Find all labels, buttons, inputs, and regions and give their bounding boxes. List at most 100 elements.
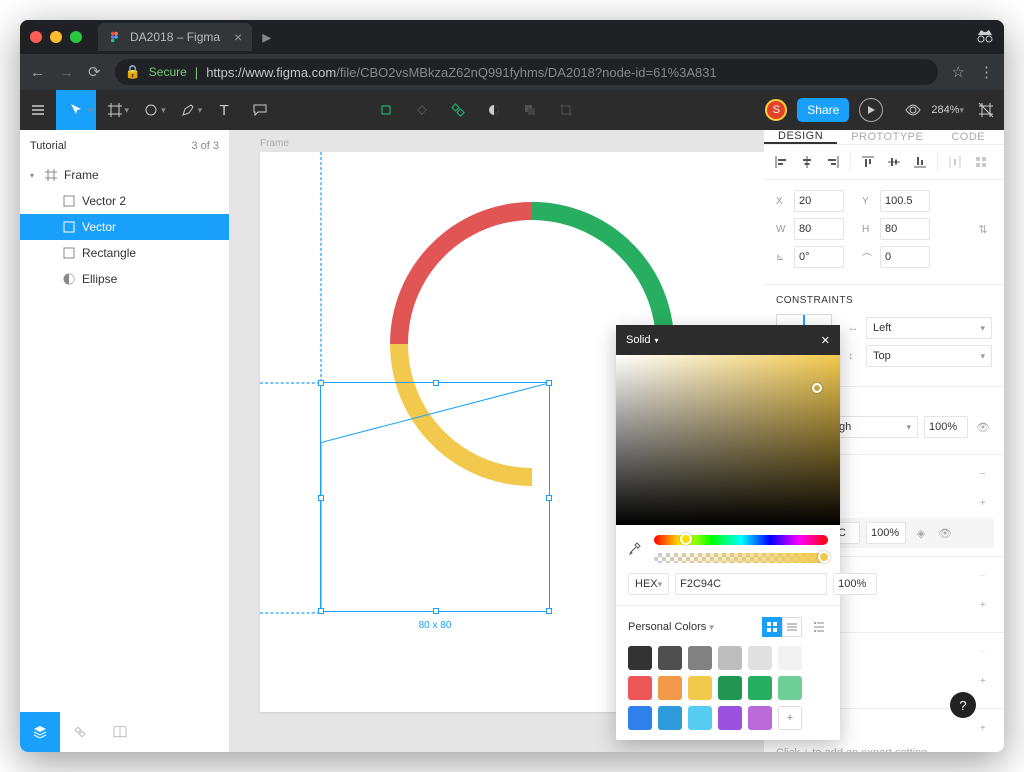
- component-tool-icon[interactable]: [368, 90, 404, 130]
- layers-tab-icon[interactable]: [20, 712, 60, 752]
- user-avatar[interactable]: S: [765, 99, 787, 121]
- color-swatch[interactable]: [718, 676, 742, 700]
- fill-visibility-icon[interactable]: 👁: [936, 524, 954, 542]
- close-picker-icon[interactable]: ✕: [821, 334, 830, 347]
- new-tab-icon[interactable]: ▸: [262, 27, 271, 48]
- layer-frame[interactable]: ▾ Frame: [20, 162, 229, 188]
- add-export-icon[interactable]: +: [974, 719, 992, 737]
- color-swatch[interactable]: [718, 646, 742, 670]
- swatch-library-select[interactable]: Personal Colors ▾: [628, 616, 714, 638]
- fill-style-icon[interactable]: ◈: [912, 524, 930, 542]
- library-tab-icon[interactable]: [100, 712, 140, 752]
- align-hcenter-icon[interactable]: [794, 151, 820, 173]
- swatch-options-icon[interactable]: [810, 618, 828, 636]
- list-view-icon[interactable]: [782, 617, 802, 637]
- color-cursor[interactable]: [812, 383, 822, 393]
- hue-slider[interactable]: [654, 535, 828, 545]
- color-swatch[interactable]: [718, 706, 742, 730]
- align-top-icon[interactable]: [855, 151, 881, 173]
- resize-handle-s[interactable]: [433, 608, 439, 614]
- close-window-icon[interactable]: [30, 31, 42, 43]
- shape-tool-dropdown-icon[interactable]: ▾: [161, 105, 166, 116]
- layer-visibility-icon[interactable]: 👁: [974, 418, 992, 436]
- view-settings-icon[interactable]: [895, 90, 931, 130]
- color-swatch[interactable]: [628, 646, 652, 670]
- y-input[interactable]: [880, 190, 930, 212]
- constrain-proportions-icon[interactable]: ⇅: [974, 220, 992, 238]
- add-swatch-button[interactable]: +: [778, 706, 802, 730]
- color-swatch[interactable]: [688, 706, 712, 730]
- zoom-dropdown-icon[interactable]: ▾: [959, 105, 964, 116]
- present-icon[interactable]: [859, 98, 883, 122]
- browser-menu-icon[interactable]: ⋮: [979, 63, 994, 81]
- main-menu-icon[interactable]: [20, 90, 56, 130]
- color-swatch[interactable]: [688, 676, 712, 700]
- close-tab-icon[interactable]: ×: [234, 29, 242, 45]
- resize-handle-ne[interactable]: [546, 380, 552, 386]
- color-swatch[interactable]: [628, 706, 652, 730]
- comment-tool-icon[interactable]: [242, 90, 278, 130]
- add-effect-icon[interactable]: +: [974, 672, 992, 690]
- tab-design[interactable]: DESIGN: [764, 130, 837, 144]
- tab-code[interactable]: CODE: [937, 130, 999, 144]
- share-button[interactable]: Share: [797, 98, 849, 122]
- alpha-slider[interactable]: [654, 553, 828, 563]
- color-type-select[interactable]: Solid▾: [626, 334, 658, 346]
- text-tool-icon[interactable]: T: [206, 90, 242, 130]
- color-swatch[interactable]: [748, 646, 772, 670]
- eyedropper-icon[interactable]: [628, 541, 644, 558]
- align-vcenter-icon[interactable]: [881, 151, 907, 173]
- tab-prototype[interactable]: PROTOTYPE: [837, 130, 937, 144]
- reload-icon[interactable]: ⟳: [88, 63, 101, 81]
- url-field[interactable]: 🔒 Secure | https://www.figma.com/file/CB…: [115, 59, 938, 85]
- x-input[interactable]: [794, 190, 844, 212]
- resize-handle-e[interactable]: [546, 495, 552, 501]
- browser-tab[interactable]: DA2018 – Figma ×: [98, 23, 252, 51]
- selection-box[interactable]: [320, 382, 550, 612]
- color-swatch[interactable]: [658, 676, 682, 700]
- align-left-icon[interactable]: [768, 151, 794, 173]
- color-hex-input[interactable]: [675, 573, 827, 595]
- fill-opacity-input[interactable]: [866, 522, 906, 544]
- layer-rectangle[interactable]: Rectangle: [20, 240, 229, 266]
- color-swatch[interactable]: [748, 706, 772, 730]
- pixel-preview-icon[interactable]: [968, 90, 1004, 130]
- resize-handle-se[interactable]: [546, 608, 552, 614]
- frame-tool-dropdown-icon[interactable]: ▾: [125, 105, 130, 116]
- assets-tab-icon[interactable]: [60, 712, 100, 752]
- mask-tool-icon[interactable]: [476, 90, 512, 130]
- color-opacity-input[interactable]: [833, 573, 877, 595]
- remove-fill-icon[interactable]: −: [974, 465, 992, 483]
- width-input[interactable]: [794, 218, 844, 240]
- color-area[interactable]: [616, 355, 840, 525]
- fullscreen-window-icon[interactable]: [70, 31, 82, 43]
- color-swatch[interactable]: [688, 646, 712, 670]
- color-swatch[interactable]: [658, 646, 682, 670]
- page-name[interactable]: Tutorial: [30, 140, 66, 152]
- disclosure-icon[interactable]: ▾: [30, 171, 38, 180]
- resize-handle-w[interactable]: [318, 495, 324, 501]
- color-swatch[interactable]: [658, 706, 682, 730]
- corner-radius-input[interactable]: [880, 246, 930, 268]
- align-bottom-icon[interactable]: [907, 151, 933, 173]
- page-count[interactable]: 3 of 3: [191, 140, 219, 152]
- move-tool-dropdown-icon[interactable]: ▾: [88, 105, 93, 116]
- grid-view-icon[interactable]: [762, 617, 782, 637]
- layer-vector-2[interactable]: Vector 2: [20, 188, 229, 214]
- instance-tool-icon[interactable]: [440, 90, 476, 130]
- resize-handle-n[interactable]: [433, 380, 439, 386]
- color-swatch[interactable]: [778, 676, 802, 700]
- vert-constraint-select[interactable]: Top▾: [866, 345, 992, 367]
- help-button[interactable]: ?: [950, 692, 976, 718]
- add-fill-icon[interactable]: +: [974, 494, 992, 512]
- align-right-icon[interactable]: [820, 151, 846, 173]
- rotation-input[interactable]: [794, 246, 844, 268]
- minimize-window-icon[interactable]: [50, 31, 62, 43]
- zoom-level[interactable]: 284%: [931, 104, 959, 116]
- pen-tool-dropdown-icon[interactable]: ▾: [198, 105, 203, 116]
- bookmark-icon[interactable]: ☆: [952, 63, 965, 81]
- frame-title[interactable]: Frame: [260, 138, 289, 149]
- horiz-constraint-select[interactable]: Left▾: [866, 317, 992, 339]
- color-swatch[interactable]: [748, 676, 772, 700]
- layer-ellipse[interactable]: Ellipse: [20, 266, 229, 292]
